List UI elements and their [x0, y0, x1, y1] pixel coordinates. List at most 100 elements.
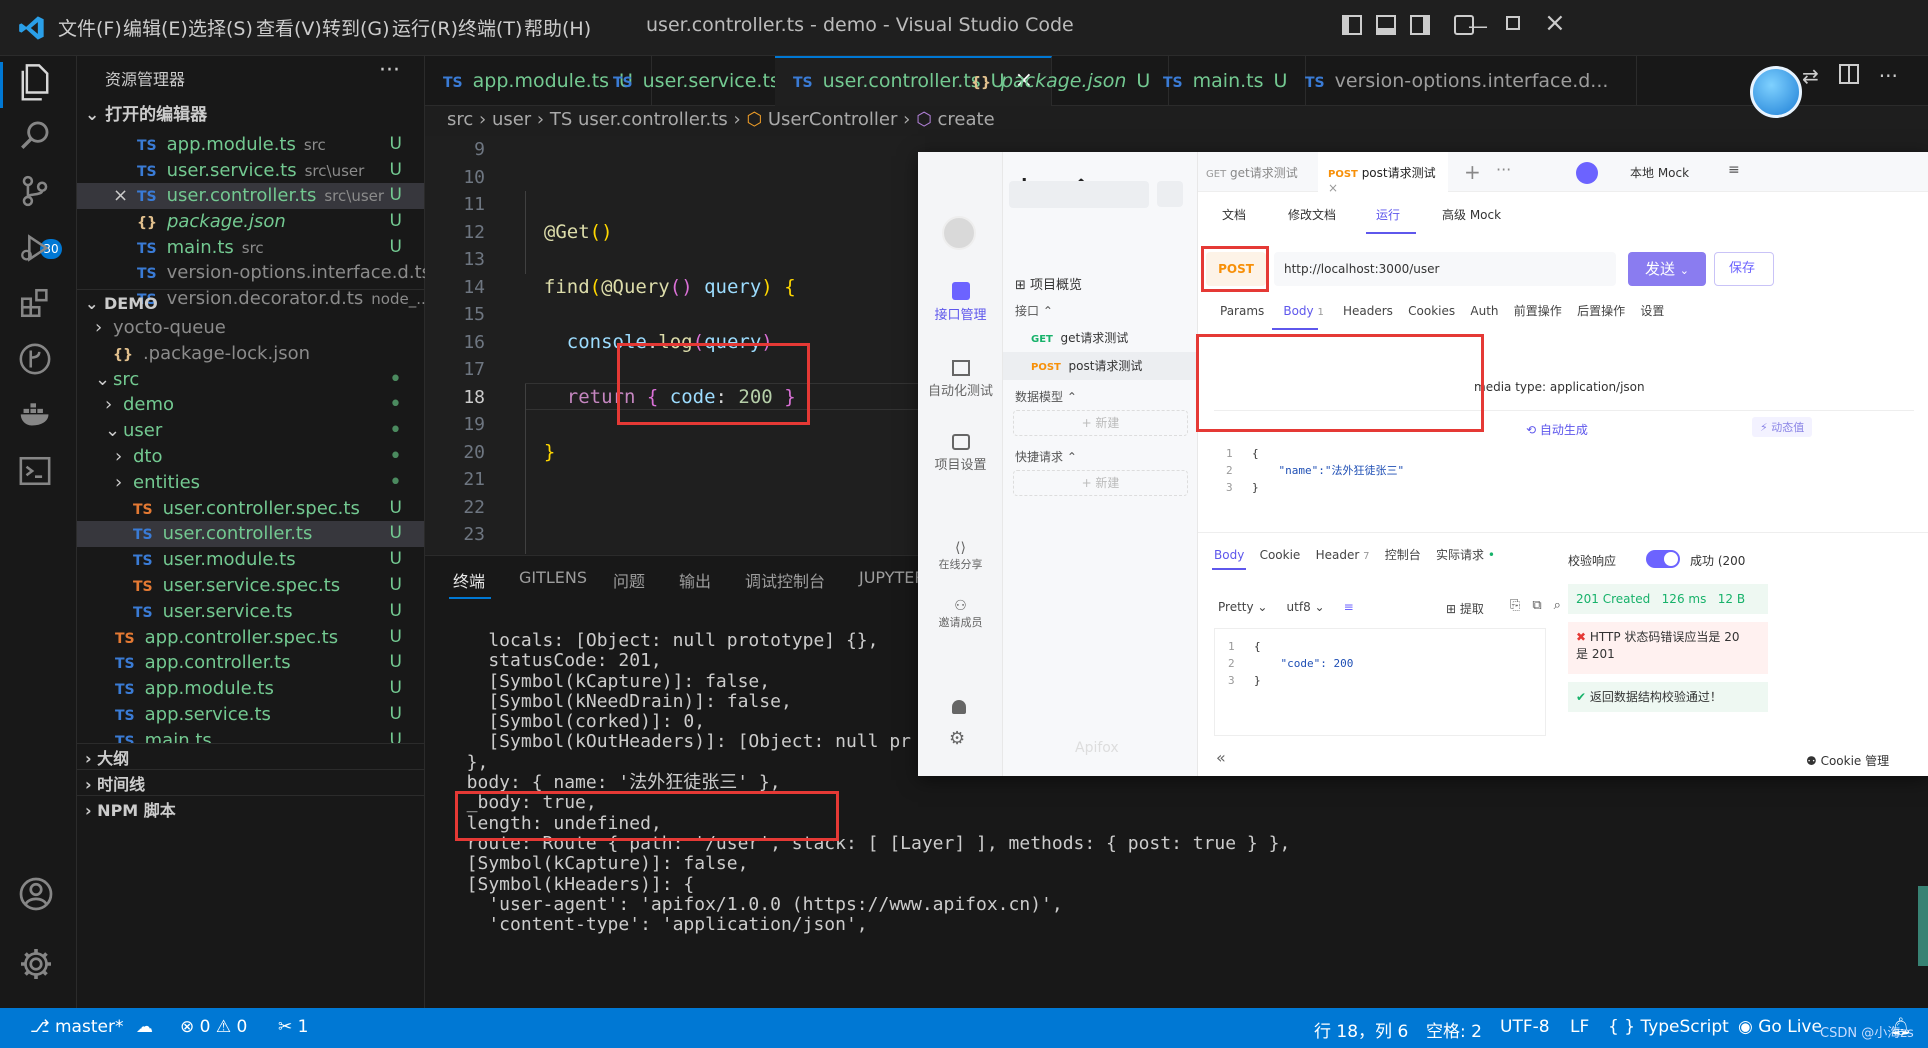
- subtab-doc[interactable]: 文档: [1222, 206, 1246, 223]
- tree-chevron-icon[interactable]: ⌄: [105, 418, 123, 444]
- param-tab-headers[interactable]: Headers: [1343, 304, 1393, 318]
- panel-tab-gitlens[interactable]: GITLENS: [519, 568, 587, 587]
- menu-file[interactable]: 文件(F): [58, 14, 122, 41]
- resp-tab-console[interactable]: 控制台: [1385, 548, 1421, 562]
- tabs-more-button[interactable]: ···: [1496, 160, 1511, 179]
- tree-item[interactable]: TS app.module.ts U: [77, 676, 424, 702]
- project-settings-nav[interactable]: 项目设置: [918, 434, 1003, 473]
- nav-search-input[interactable]: [1009, 181, 1149, 207]
- tree-item[interactable]: TS app.controller.ts U: [77, 650, 424, 676]
- quick-request-header[interactable]: 快捷请求 ⌃: [1015, 448, 1077, 465]
- collapse-panel-icon[interactable]: «: [1216, 748, 1226, 767]
- open-editor-item[interactable]: TS version-options.interface.d.ts...: [77, 260, 448, 286]
- tree-item[interactable]: TS app.service.ts U: [77, 702, 424, 728]
- accounts-icon[interactable]: [18, 876, 60, 918]
- encoding[interactable]: UTF-8: [1500, 1017, 1550, 1037]
- auto-generate-button[interactable]: ⟲ 自动生成: [1526, 421, 1588, 438]
- notification-bell-icon[interactable]: [952, 700, 966, 714]
- tree-item[interactable]: › entities •: [77, 470, 424, 496]
- editor-tab[interactable]: TS version-options.interface.d...: [1287, 56, 1638, 106]
- explorer-icon[interactable]: [18, 64, 60, 106]
- indentation[interactable]: 空格: 2: [1426, 1017, 1482, 1042]
- tree-chevron-icon[interactable]: ›: [115, 444, 133, 470]
- editor-tab[interactable]: TS main.ts U: [1145, 56, 1307, 106]
- tree-item[interactable]: › demo •: [77, 392, 424, 418]
- tree-item[interactable]: › yocto-queue: [77, 315, 424, 341]
- layout-toggle-icons[interactable]: [1342, 15, 1474, 35]
- menu-run[interactable]: 运行(R): [392, 14, 458, 41]
- toggle-secondary-sidebar-icon[interactable]: [1410, 15, 1430, 35]
- open-editor-item[interactable]: TS app.module.ts src U: [77, 132, 424, 158]
- tree-item[interactable]: TS user.service.ts U: [77, 599, 424, 625]
- success-select[interactable]: 成功 (200: [1690, 552, 1745, 569]
- validate-toggle[interactable]: [1646, 550, 1680, 568]
- eol[interactable]: LF: [1570, 1017, 1589, 1037]
- env-menu-icon[interactable]: ≡: [1728, 162, 1740, 178]
- source-control-icon[interactable]: [18, 174, 60, 216]
- panel-tab-terminal[interactable]: 终端: [453, 568, 485, 592]
- subtab-edit-doc[interactable]: 修改文档: [1288, 206, 1336, 223]
- git-graph-icon[interactable]: [18, 342, 60, 384]
- toggle-sidebar-icon[interactable]: [1342, 15, 1362, 35]
- subtab-advanced-mock[interactable]: 高级 Mock: [1442, 206, 1501, 223]
- param-tab-params[interactable]: Params: [1220, 304, 1264, 318]
- menu-go[interactable]: 转到(G): [322, 14, 390, 41]
- resp-tab-cookie[interactable]: Cookie: [1260, 548, 1301, 562]
- npm-scripts-section[interactable]: › NPM 脚本: [85, 796, 176, 826]
- pretty-select[interactable]: Pretty ⌄: [1218, 600, 1267, 614]
- extract-button[interactable]: ⊞ 提取: [1446, 600, 1484, 617]
- apifox-avatar[interactable]: [942, 216, 976, 250]
- code-editor[interactable]: 9 10 11 12 13 14 15 16 17 18 19 20 21 22 23 @Get() fin…: [425, 136, 925, 554]
- cursor-position[interactable]: 行 18，列 6: [1314, 1017, 1408, 1042]
- encoding-select[interactable]: utf8 ⌄: [1287, 600, 1325, 614]
- api-section-header[interactable]: 接口 ⌃: [1015, 302, 1053, 319]
- toggle-panel-icon[interactable]: [1376, 15, 1396, 35]
- floating-assistant-icon[interactable]: [1750, 66, 1802, 118]
- ports-indicator[interactable]: ✂ 1: [278, 1017, 308, 1037]
- notifications-bell-icon[interactable]: 🔔︎: [1890, 1017, 1912, 1037]
- restore-button[interactable]: [1506, 16, 1520, 30]
- tree-item[interactable]: › dto •: [77, 444, 424, 470]
- close-tab-icon[interactable]: ×: [1328, 181, 1338, 195]
- cookie-manager[interactable]: ⚉ Cookie 管理: [1806, 752, 1889, 769]
- api-item-post[interactable]: POST post请求测试: [1003, 352, 1198, 380]
- models-section-header[interactable]: 数据模型 ⌃: [1015, 388, 1077, 405]
- more-actions-icon[interactable]: ···: [1879, 64, 1898, 88]
- resp-tab-header[interactable]: Header 7: [1316, 548, 1370, 562]
- sync-cloud-icon[interactable]: ☁: [136, 1017, 153, 1037]
- url-input[interactable]: http://localhost:3000/user: [1274, 252, 1616, 286]
- menu-view[interactable]: 查看(V): [256, 14, 322, 41]
- tree-chevron-icon[interactable]: ›: [105, 392, 123, 418]
- param-tab-auth[interactable]: Auth: [1470, 304, 1498, 318]
- breadcrumb-user[interactable]: user: [492, 109, 531, 130]
- panel-tab-debug-console[interactable]: 调试控制台: [745, 568, 825, 592]
- minimize-button[interactable]: —: [1468, 14, 1488, 38]
- resp-tab-actual-request[interactable]: 实际请求 •: [1436, 548, 1495, 562]
- tree-item[interactable]: TS user.module.ts U: [77, 547, 424, 573]
- editor-tab[interactable]: {} package.json U: [953, 56, 1170, 106]
- docker-icon[interactable]: [18, 398, 60, 440]
- explorer-more-button[interactable]: ···: [379, 58, 400, 83]
- save-button[interactable]: 保存: [1714, 252, 1774, 286]
- menu-edit[interactable]: 编辑(E): [123, 14, 188, 41]
- branch-indicator[interactable]: ⎇ master*: [30, 1017, 123, 1037]
- tree-item[interactable]: {} .package-lock.json: [77, 341, 424, 367]
- breadcrumb-file[interactable]: TS user.controller.ts: [550, 109, 728, 130]
- tree-chevron-icon[interactable]: ›: [115, 470, 133, 496]
- tree-item[interactable]: ⌄ user •: [77, 418, 424, 444]
- open-editor-item[interactable]: TS main.ts src U: [77, 235, 424, 261]
- tree-chevron-icon[interactable]: ›: [95, 315, 113, 341]
- compare-changes-icon[interactable]: ⇄: [1802, 64, 1819, 88]
- subtab-run[interactable]: 运行: [1376, 206, 1400, 223]
- menu-terminal[interactable]: 终端(T): [458, 14, 522, 41]
- send-dropdown-icon[interactable]: ⌄: [1680, 264, 1689, 277]
- run-debug-icon[interactable]: [18, 231, 60, 273]
- split-editor-icon[interactable]: [1838, 64, 1859, 84]
- param-tab-settings[interactable]: 设置: [1640, 304, 1664, 318]
- tree-item[interactable]: TS user.controller.spec.ts U: [77, 496, 424, 522]
- apifox-tab-get[interactable]: GET get请求测试: [1206, 164, 1298, 181]
- tree-item[interactable]: TS user.controller.ts U: [77, 521, 424, 548]
- breadcrumb-method[interactable]: create: [938, 109, 995, 130]
- menu-help[interactable]: 帮助(H): [524, 14, 591, 41]
- param-tab-body[interactable]: Body 1: [1283, 304, 1324, 318]
